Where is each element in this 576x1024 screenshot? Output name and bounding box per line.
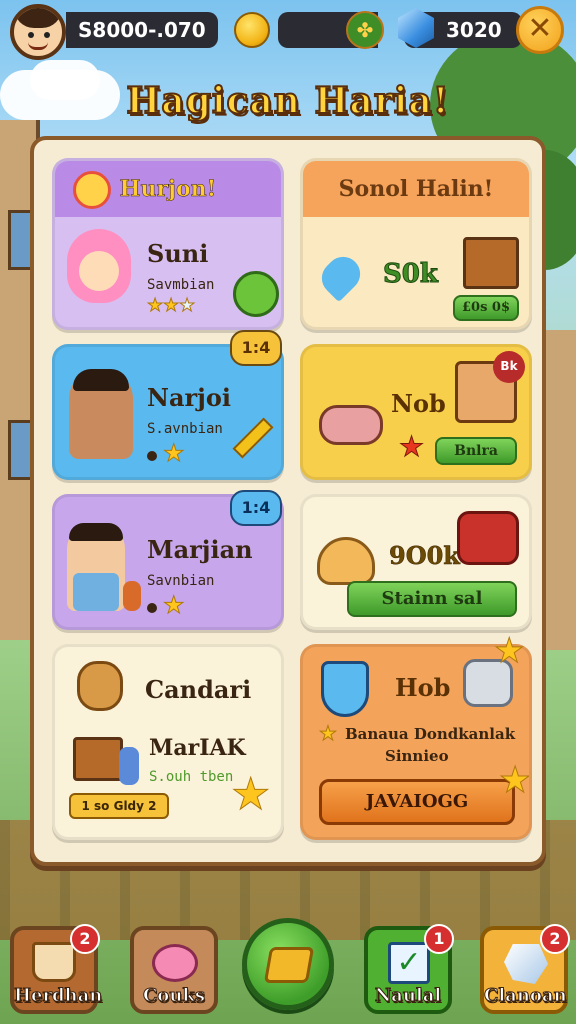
plus-star-badge: ★ [493,631,525,671]
offer-description-line1: Banaua Dondkanlak [345,725,516,743]
cactus-pet-icon [233,271,279,317]
nav-button-naulal[interactable]: ✓ Naulal 1 [364,924,454,1014]
card-header: Sonol Halin! [303,161,529,217]
pink-creature-icon [152,944,198,982]
avatar-eye [28,32,34,38]
buy-button[interactable]: Bnlra [435,437,517,465]
offer-amount: S0k [383,259,439,290]
dot-indicator [147,603,157,613]
item-card-candari[interactable]: Candari MarIAK S.ouh tben 1 so Gldy 2 ★ [52,644,284,840]
small-figure-icon [123,581,141,611]
price-tag[interactable]: 1 so Gldy 2 [69,793,169,819]
girl-avatar-icon [67,229,131,303]
item-name: Nob [391,389,446,418]
star-icon: ★ [319,721,338,745]
shield-icon [321,661,369,717]
kid-figure-icon [119,747,139,785]
star-icon: ★ [162,295,180,316]
avatar-hair [14,8,62,28]
star-icon: ★ [398,430,425,463]
treasure-box-icon [463,237,519,289]
nav-label: Naulal [374,985,442,1007]
notification-badge: 1 [424,924,454,954]
claim-button[interactable]: JAVAIOGG [319,779,515,825]
offer-card-bread[interactable]: 9O0k Stainn sal [300,494,532,630]
meat-icon [457,511,519,565]
offer-description-line2: Sinnieo [385,747,449,765]
character-subtitle: Savnbian [147,573,215,589]
star-icon: ★ [146,295,164,316]
coin-icon[interactable] [234,12,270,48]
clover-gift-icon[interactable]: ✤ [346,11,384,49]
close-button[interactable]: ✕ [516,6,564,54]
page-title: Hagican Haria! [125,79,450,123]
boy-avatar-icon [69,369,133,459]
item-name: Hob [395,673,451,702]
log-toy-icon [319,405,383,445]
nav-label: Couks [142,985,206,1007]
start-sale-button[interactable]: Stainn sal [347,581,517,617]
card-header-label: Sonol Halin! [338,176,494,202]
item-name: Candari [145,675,252,704]
flower-icon [73,171,111,209]
star-icon: ★ [178,295,196,316]
bread-icon [317,537,375,585]
item-subtitle: S.ouh tben [149,769,234,785]
coins-counter: S8000-.070 [66,12,218,48]
character-name: Marjian [147,535,253,564]
house-right [542,330,576,650]
star-icon: ★ [230,769,271,820]
cheese-icon [263,947,315,983]
character-card-suni[interactable]: Hurjon! Suni Savmbian ★ ★ ★ [52,158,284,330]
character-name: Narjoi [147,383,231,412]
basket-icon [77,661,123,711]
notification-badge: 2 [70,924,100,954]
bucket-icon [32,942,76,982]
nav-button-couks[interactable]: Couks [130,926,218,1014]
top-bar: S8000-.070 ✤ 3020 ✕ [0,0,576,62]
toy-box-icon [73,737,123,781]
nav-button-clanoan[interactable]: Clanoan 2 [480,924,570,1014]
offer-card-hob[interactable]: Hob ★ Banaua Dondkanlak Sinnieo JAVAIOGG… [300,644,532,840]
waving-boy-icon [67,523,125,611]
offer-amount: 9O0k [389,541,460,571]
character-name: Suni [147,239,209,268]
character-subtitle: S.avnbian [147,421,223,437]
notification-badge: 2 [540,924,570,954]
level-badge: 1:4 [230,330,282,366]
item-card-nob[interactable]: Nob Bk ★ Bnlra [300,344,532,480]
dot-indicator [147,451,157,461]
item-subname: MarIAK [149,735,246,761]
center-play-button[interactable] [242,918,334,1010]
star-icon: ★ [498,760,532,801]
level-badge: 1:4 [230,490,282,526]
avatar-eye [44,32,50,38]
checklist-icon: ✓ [388,942,430,984]
heart-icon [314,249,368,303]
price-button[interactable]: £0s 0$ [453,295,519,321]
arrow-icon [232,417,274,459]
star-icon: ★ [163,439,185,467]
nav-button-herdhan[interactable]: Herdhan 2 [10,924,103,1014]
shop-panel: Hurjon! Suni Savmbian ★ ★ ★ Sonol Halin!… [30,136,546,866]
avatar-mouth [28,42,48,50]
star-icon: ★ [163,591,185,619]
character-subtitle: Savmbian [147,277,215,293]
player-avatar[interactable] [10,4,66,60]
nav-label: Clanoan [484,985,568,1007]
card-header-label: Hurjon! [119,176,217,203]
bonus-badge: Bk [493,351,525,383]
offer-card-sonol[interactable]: Sonol Halin! S0k £0s 0$ [300,158,532,330]
nav-label: Herdhan [14,985,103,1007]
crystal-icon [504,944,548,984]
